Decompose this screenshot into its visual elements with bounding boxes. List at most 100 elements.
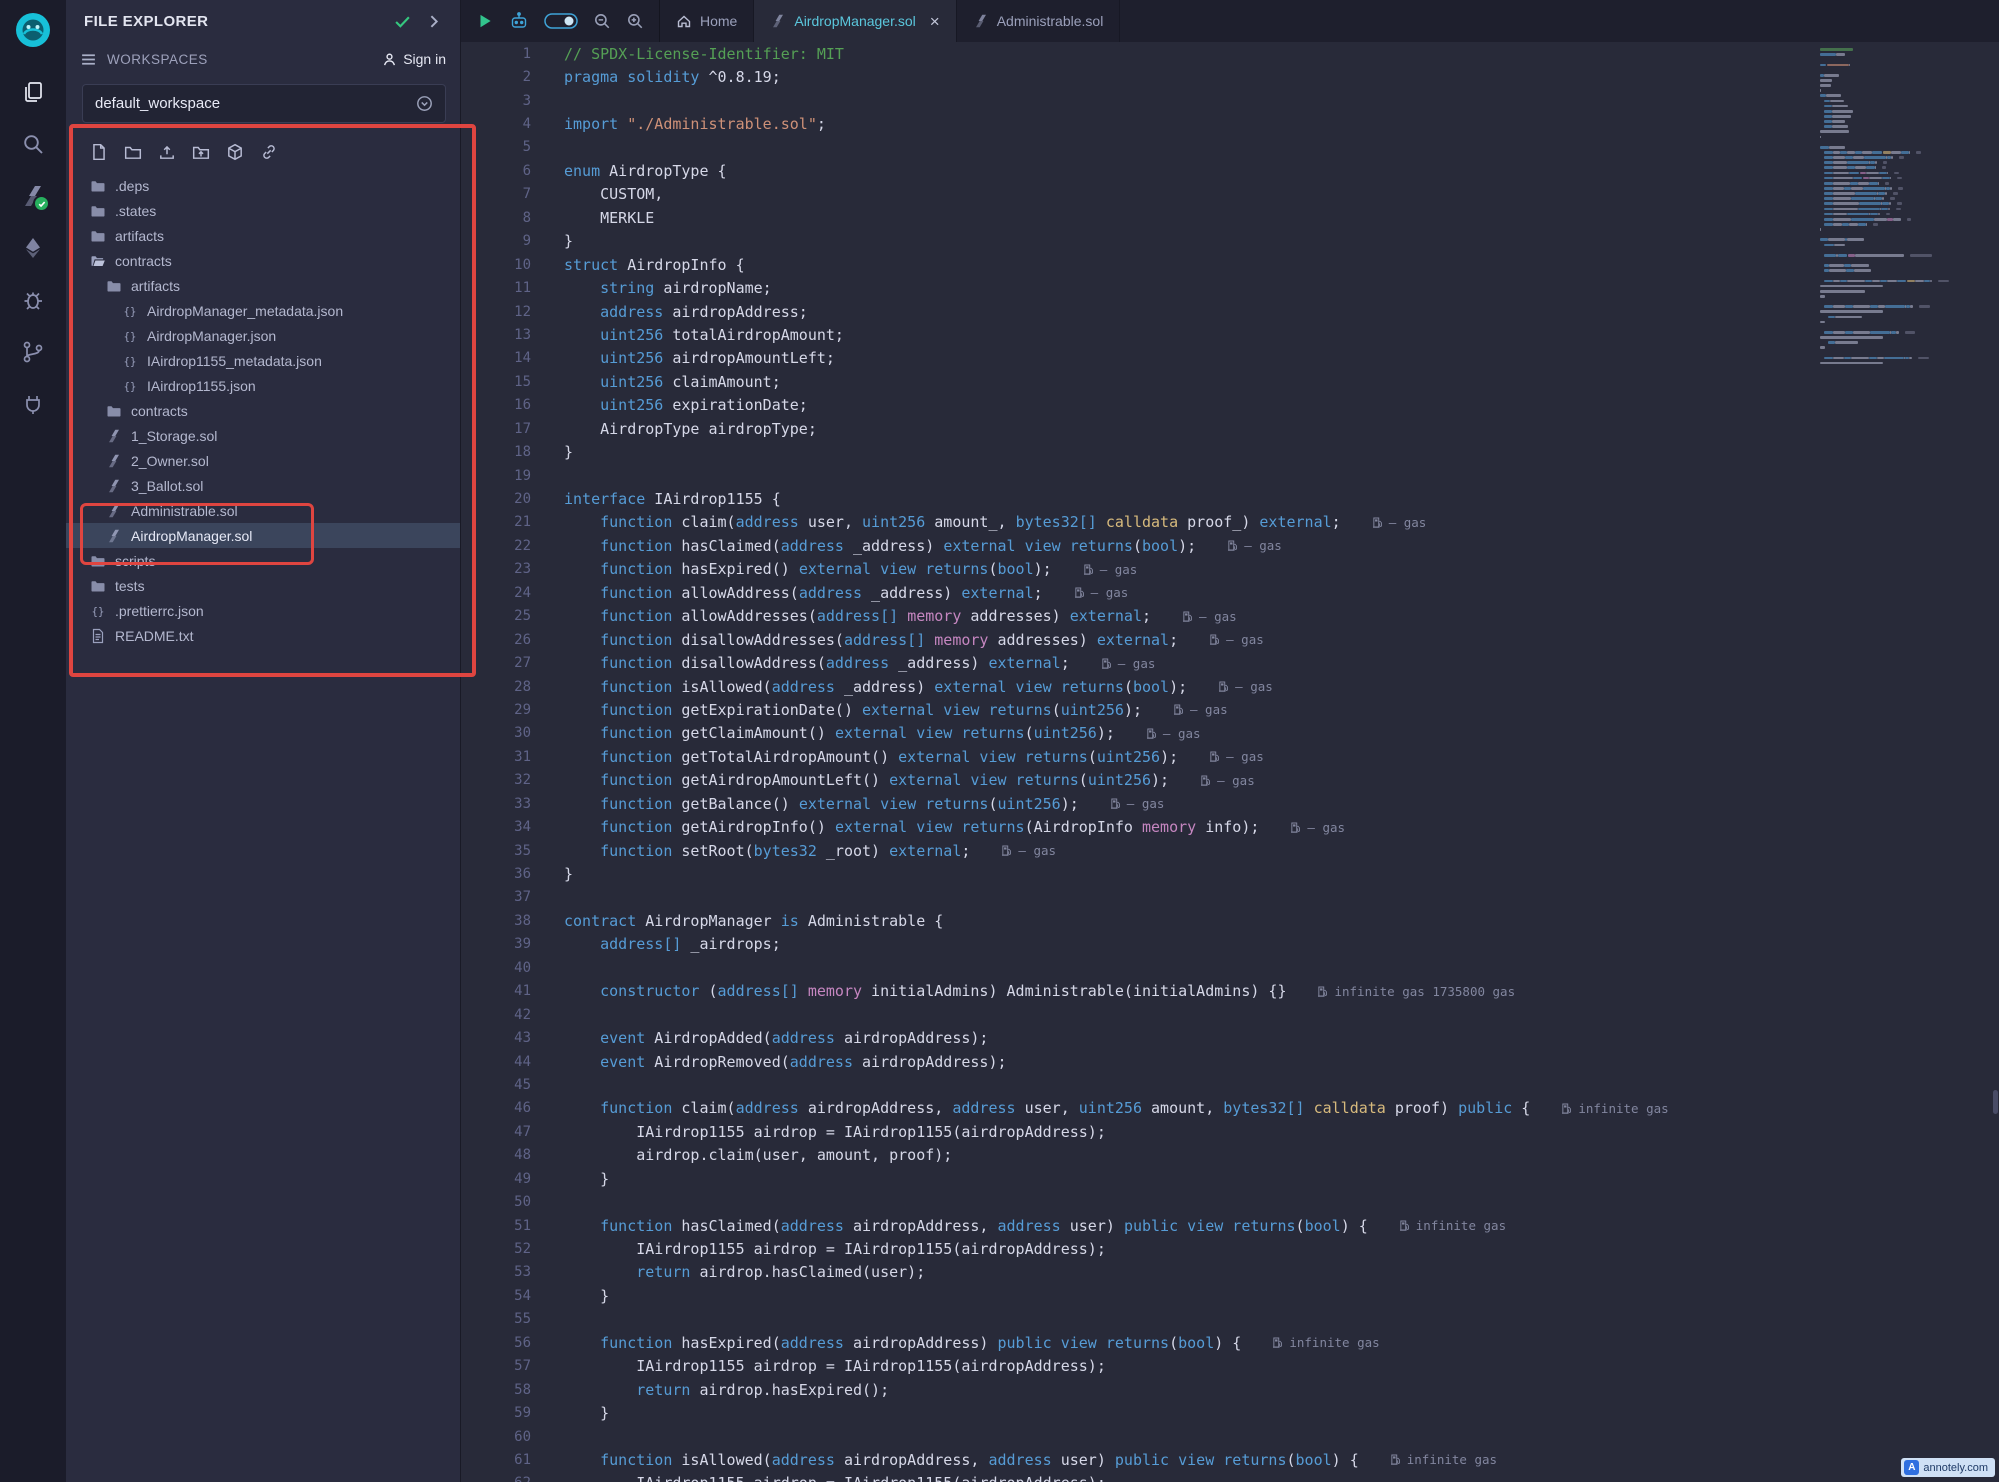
tree-item-label: contracts <box>131 403 188 419</box>
gas-estimate: – gas <box>1217 679 1273 694</box>
tree-item-1_Storage.sol[interactable]: 1_Storage.sol <box>66 423 460 448</box>
git-icon[interactable] <box>21 340 45 364</box>
tree-item-label: 2_Owner.sol <box>131 453 209 469</box>
tree-item-3_Ballot.sol[interactable]: 3_Ballot.sol <box>66 473 460 498</box>
run-script-icon[interactable] <box>476 12 494 30</box>
hamburger-icon[interactable] <box>80 51 97 68</box>
code-area[interactable]: 1// SPDX-License-Identifier: MIT2pragma … <box>461 42 1999 1482</box>
line-number: 32 <box>461 772 531 788</box>
tree-item-label: 1_Storage.sol <box>131 428 217 444</box>
line-number: 61 <box>461 1452 531 1468</box>
file-explorer-icon[interactable] <box>21 80 45 104</box>
code-line: 33 function getBalance() external view r… <box>461 792 1999 815</box>
workspace-dropdown-icon[interactable] <box>416 95 433 112</box>
code-line: 55 <box>461 1308 1999 1331</box>
remix-ide: FILE EXPLORER WORKSPACES Sign in default… <box>0 0 1999 1482</box>
tree-item-contracts[interactable]: contracts <box>66 398 460 423</box>
tree-item-label: IAirdrop1155_metadata.json <box>147 353 322 369</box>
zoom-in-icon[interactable] <box>626 12 644 30</box>
json-icon: {} <box>122 303 138 319</box>
code-line: 45 <box>461 1073 1999 1096</box>
solidity-file-icon <box>973 13 989 29</box>
line-number: 23 <box>461 561 531 577</box>
gas-estimate: – gas <box>1100 656 1156 671</box>
tree-item-contracts[interactable]: contracts <box>66 248 460 273</box>
remix-logo-icon[interactable] <box>13 10 53 50</box>
tree-item-.deps[interactable]: .deps <box>66 173 460 198</box>
code-line: 59 } <box>461 1401 1999 1424</box>
file-icon <box>90 628 106 644</box>
line-number: 15 <box>461 374 531 390</box>
line-number: 14 <box>461 350 531 366</box>
plugin-manager-icon[interactable] <box>21 392 45 416</box>
new-folder-icon[interactable] <box>124 143 142 161</box>
gas-estimate: – gas <box>1181 609 1237 624</box>
code-line: 39 address[] _airdrops; <box>461 933 1999 956</box>
line-number: 38 <box>461 913 531 929</box>
gas-estimate: infinite gas 1735800 gas <box>1316 984 1515 999</box>
code-line: 54 } <box>461 1284 1999 1307</box>
copilot-toggle[interactable] <box>544 12 578 30</box>
minimap[interactable] <box>1820 47 1926 366</box>
line-number: 46 <box>461 1100 531 1116</box>
tree-item-.states[interactable]: .states <box>66 198 460 223</box>
line-number: 3 <box>461 93 531 109</box>
check-icon[interactable] <box>394 13 411 30</box>
tree-item-label: artifacts <box>115 228 164 244</box>
debugger-icon[interactable] <box>21 288 45 312</box>
tree-item-artifacts[interactable]: artifacts <box>66 273 460 298</box>
tree-item-AirdropManager_metadata.json[interactable]: {}AirdropManager_metadata.json <box>66 298 460 323</box>
chevron-right-icon[interactable] <box>425 13 442 30</box>
zoom-out-icon[interactable] <box>593 12 611 30</box>
compile-success-badge <box>33 195 50 212</box>
line-number: 29 <box>461 702 531 718</box>
publish-ipfs-icon[interactable] <box>226 143 244 161</box>
sign-in-label: Sign in <box>403 51 446 67</box>
tree-item-README.txt[interactable]: README.txt <box>66 623 460 648</box>
code-line: 5 <box>461 136 1999 159</box>
line-number: 20 <box>461 491 531 507</box>
line-number: 17 <box>461 421 531 437</box>
import-url-icon[interactable] <box>260 143 278 161</box>
tree-item-AirdropManager.json[interactable]: {}AirdropManager.json <box>66 323 460 348</box>
editor-scrollbar-thumb[interactable] <box>1993 1090 1998 1114</box>
upload-file-icon[interactable] <box>158 143 176 161</box>
tab-Administrable.sol[interactable]: Administrable.sol <box>957 0 1121 42</box>
code-line: 15 uint256 claimAmount; <box>461 370 1999 393</box>
folder-icon <box>106 278 122 294</box>
line-number: 13 <box>461 327 531 343</box>
tree-item-tests[interactable]: tests <box>66 573 460 598</box>
tree-item-AirdropManager.sol[interactable]: AirdropManager.sol <box>66 523 460 548</box>
deploy-run-icon[interactable] <box>21 236 45 260</box>
code-line: 28 function isAllowed(address _address) … <box>461 675 1999 698</box>
tree-item-IAirdrop1155_metadata.json[interactable]: {}IAirdrop1155_metadata.json <box>66 348 460 373</box>
new-file-icon[interactable] <box>90 143 108 161</box>
tree-item-IAirdrop1155.json[interactable]: {}IAirdrop1155.json <box>66 373 460 398</box>
line-number: 34 <box>461 819 531 835</box>
panel-header: FILE EXPLORER <box>66 0 460 42</box>
remix-ai-icon[interactable] <box>509 11 529 31</box>
panel-title: FILE EXPLORER <box>84 13 380 30</box>
tree-item-.prettierrc.json[interactable]: {}.prettierrc.json <box>66 598 460 623</box>
code-line: 35 function setRoot(bytes32 _root) exter… <box>461 839 1999 862</box>
code-line: 34 function getAirdropInfo() external vi… <box>461 815 1999 838</box>
tab-AirdropManager.sol[interactable]: AirdropManager.sol× <box>754 0 956 42</box>
tree-item-2_Owner.sol[interactable]: 2_Owner.sol <box>66 448 460 473</box>
code-line: 62 IAirdrop1155 airdrop = IAirdrop1155(a… <box>461 1472 1999 1482</box>
upload-folder-icon[interactable] <box>192 143 210 161</box>
close-tab-icon[interactable]: × <box>930 13 940 30</box>
sign-in-button[interactable]: Sign in <box>382 51 446 67</box>
tree-item-artifacts[interactable]: artifacts <box>66 223 460 248</box>
code-line: 47 IAirdrop1155 airdrop = IAirdrop1155(a… <box>461 1120 1999 1143</box>
tree-item-Administrable.sol[interactable]: Administrable.sol <box>66 498 460 523</box>
search-icon[interactable] <box>21 132 45 156</box>
line-number: 41 <box>461 983 531 999</box>
tree-item-label: AirdropManager.json <box>147 328 276 344</box>
tab-home[interactable]: Home <box>660 0 754 42</box>
workspace-select[interactable]: default_workspace <box>82 84 446 123</box>
line-number: 19 <box>461 468 531 484</box>
tree-item-scripts[interactable]: scripts <box>66 548 460 573</box>
line-number: 2 <box>461 69 531 85</box>
watermark-logo-icon: A <box>1904 1460 1919 1475</box>
solidity-compiler-icon[interactable] <box>21 184 45 208</box>
